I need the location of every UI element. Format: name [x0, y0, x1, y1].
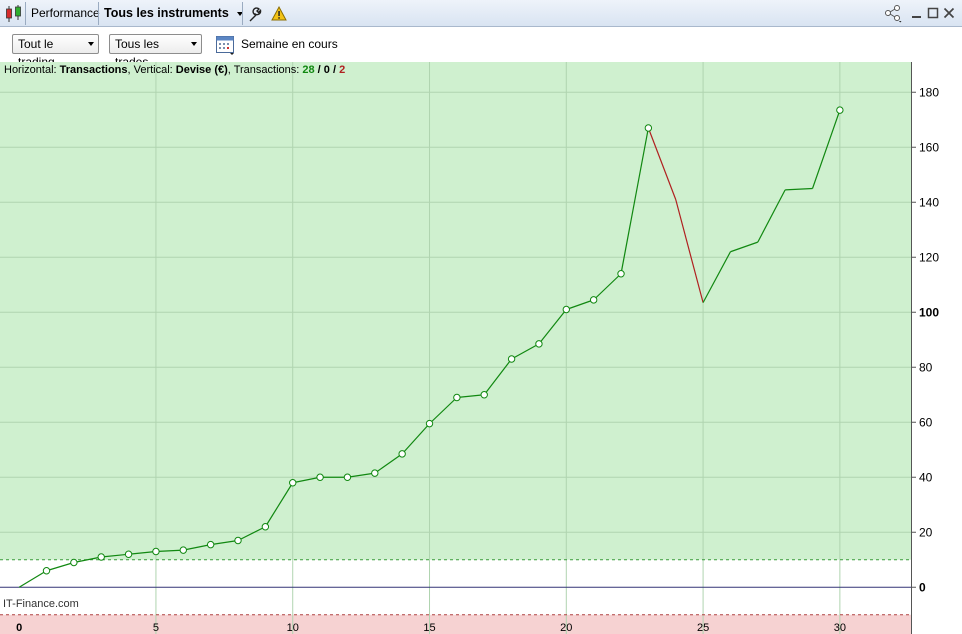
trading-filter-dropdown[interactable]: Tout le trading — [12, 34, 99, 69]
warning-icon[interactable] — [271, 0, 287, 27]
data-point — [617, 270, 625, 278]
data-point — [152, 547, 160, 556]
data-point — [97, 553, 105, 561]
x-tick-label: 20 — [560, 622, 572, 634]
losing-trades-count: 2 — [339, 64, 346, 76]
x-tick-label: 30 — [834, 622, 846, 634]
data-point — [343, 473, 352, 481]
data-point — [206, 540, 215, 549]
x-tick-label: 25 — [697, 622, 709, 634]
data-point — [289, 479, 297, 487]
candlestick-chart-icon[interactable] — [4, 0, 24, 27]
transactions-label: , Transactions: — [227, 64, 303, 76]
chart-info-line: Horizontal: Transactions, Vertical: Devi… — [4, 64, 345, 76]
series-line-segment — [18, 570, 47, 588]
x-tick-label: 10 — [287, 622, 299, 634]
filter-toolbar: Tout le trading Tous les trades Semaine … — [0, 28, 962, 69]
data-point — [42, 567, 51, 575]
gain-zone — [0, 62, 911, 560]
series-line-segment — [46, 561, 75, 572]
period-label[interactable]: Semaine en cours — [241, 37, 338, 51]
y-tick-label: 120 — [919, 250, 939, 264]
y-tick-label: 40 — [919, 470, 933, 484]
loss-zone — [0, 614, 911, 634]
data-point — [562, 305, 570, 314]
data-point — [836, 106, 844, 114]
y-tick-label: 20 — [919, 525, 933, 539]
titlebar-separator — [98, 2, 99, 25]
data-point — [261, 523, 270, 531]
data-point — [453, 393, 461, 402]
data-point — [398, 450, 406, 458]
maximize-icon[interactable] — [927, 0, 939, 27]
count-separator: / — [314, 64, 324, 76]
window-titlebar: Performance Tous les instruments — [0, 0, 962, 27]
horizontal-value: Transactions — [59, 64, 128, 76]
data-point — [480, 391, 488, 399]
data-point — [644, 124, 653, 132]
instrument-selector-label: Tous les instruments — [104, 6, 229, 20]
data-point — [316, 473, 324, 481]
data-point — [425, 419, 434, 428]
share-icon[interactable] — [883, 0, 905, 27]
minimize-icon[interactable] — [911, 0, 923, 27]
data-point — [507, 355, 516, 363]
y-tick-label: 140 — [919, 195, 939, 209]
y-tick-label: 80 — [919, 360, 933, 374]
data-point — [589, 296, 598, 304]
tab-performance[interactable]: Performance — [31, 0, 100, 27]
x-tick-label: 15 — [423, 622, 435, 634]
y-tick-label: 180 — [919, 85, 939, 99]
calendar-icon[interactable] — [215, 34, 237, 59]
vertical-value: Devise (€) — [175, 64, 228, 76]
y-tick-label: 0 — [919, 580, 926, 594]
chevron-down-icon — [88, 42, 94, 46]
vertical-label: , Vertical: — [127, 64, 176, 76]
watermark: IT-Finance.com — [3, 598, 79, 610]
x-tick-label: 5 — [153, 622, 159, 634]
horizontal-label: Horizontal: — [4, 64, 60, 76]
data-point — [371, 469, 379, 477]
instrument-selector[interactable]: Tous les instruments — [104, 0, 244, 27]
x-tick-label: 0 — [16, 622, 22, 634]
y-tick-label: 100 — [919, 305, 939, 319]
count-separator: / — [329, 64, 340, 76]
winning-trades-count: 28 — [302, 64, 315, 76]
wrench-icon[interactable] — [247, 0, 263, 27]
titlebar-separator — [25, 2, 26, 25]
data-point — [70, 558, 78, 567]
data-point — [124, 550, 133, 558]
data-point — [535, 340, 543, 348]
titlebar-separator — [242, 2, 243, 25]
performance-chart: 0 20 40 60 80 100 120 140 160 180 0 5 10 15 20 25 30 — [0, 62, 939, 634]
close-icon[interactable] — [943, 0, 955, 27]
trades-filter-dropdown[interactable]: Tous les trades — [109, 34, 202, 69]
data-point — [179, 546, 187, 554]
y-tick-label: 160 — [919, 140, 939, 154]
data-point — [234, 536, 242, 545]
chevron-down-icon — [191, 42, 197, 46]
y-tick-label: 60 — [919, 415, 933, 429]
